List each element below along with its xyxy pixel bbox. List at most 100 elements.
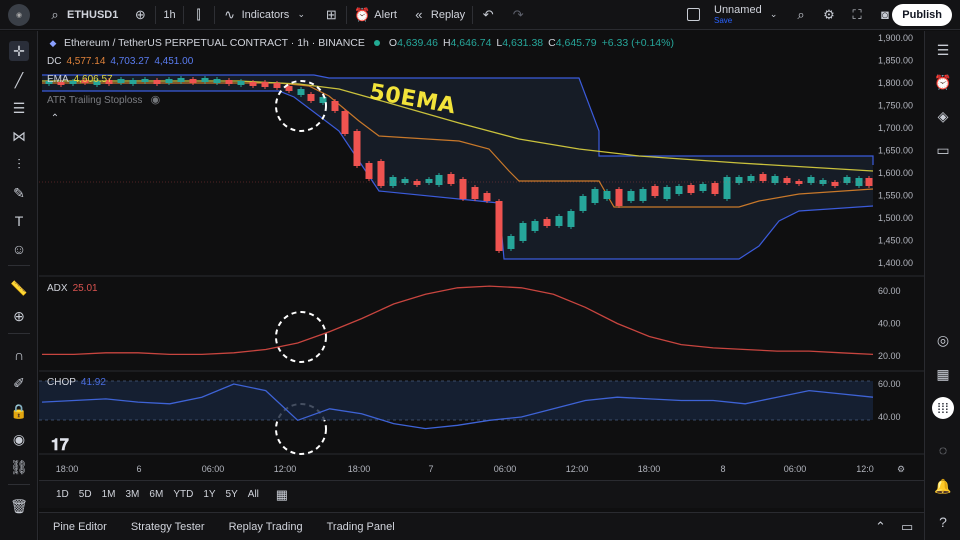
ema-legend[interactable]: EMA 4,606.57 <box>47 74 113 85</box>
pattern-icon[interactable]: ⋈ <box>9 126 29 146</box>
tab-replay-trading[interactable]: Replay Trading <box>229 521 303 533</box>
eye-hidden-icon[interactable]: ◉ <box>147 92 163 108</box>
range-ytd[interactable]: YTD <box>168 489 198 500</box>
adx-axis-label: 20.00 <box>878 351 901 361</box>
layout-menu[interactable]: Unnamed Save ⌄ <box>680 0 789 30</box>
chart-canvas[interactable]: 1,900.00 1,850.00 1,800.00 1,750.00 1,700.00… <box>39 31 924 479</box>
camera-icon: ◙ <box>881 7 889 22</box>
lock-icon[interactable]: 🔒 <box>9 401 29 421</box>
trash-icon[interactable]: 🗑 <box>9 496 29 516</box>
candle-body <box>831 182 839 186</box>
search-icon: ⌕ <box>797 7 805 22</box>
range-5y[interactable]: 5Y <box>221 489 243 500</box>
range-5d[interactable]: 5D <box>74 489 97 500</box>
tab-trading-panel[interactable]: Trading Panel <box>327 521 395 533</box>
adx-legend[interactable]: ADX 25.01 <box>47 283 98 294</box>
publish-button[interactable]: Publish <box>892 4 952 26</box>
chat-icon[interactable]: ▭ <box>932 139 954 161</box>
alerts-icon[interactable]: ⏰ <box>932 71 954 93</box>
chevron-up-icon[interactable]: ⌃ <box>875 519 886 535</box>
eye-icon[interactable]: ◉ <box>9 429 29 449</box>
range-3m[interactable]: 3M <box>121 489 145 500</box>
interval-label: 1h <box>163 8 176 21</box>
divider <box>8 333 30 334</box>
range-1m[interactable]: 1M <box>97 489 121 500</box>
text-icon[interactable]: T <box>9 211 29 231</box>
replay-label: Replay <box>430 8 466 21</box>
dc-legend[interactable]: DC 4,577.14 4,703.27 4,451.00 <box>47 56 193 67</box>
fullscreen-button[interactable]: ⛶ <box>842 0 872 30</box>
watchlist-icon[interactable]: ☰ <box>932 39 954 61</box>
range-6m[interactable]: 6M <box>144 489 168 500</box>
candle-body <box>213 79 221 83</box>
chart-type-button[interactable]: ⫿ <box>184 0 214 30</box>
horizontal-lines-icon[interactable]: ☰ <box>9 98 29 118</box>
indicators-button[interactable]: ∿ Indicators ⌄ <box>215 0 317 30</box>
candle-body <box>129 80 137 84</box>
candle-body <box>747 176 755 181</box>
target-icon[interactable]: ◎ <box>932 329 954 351</box>
user-avatar[interactable]: ◉ <box>8 3 30 26</box>
fib-icon[interactable]: ⫶ <box>9 154 29 174</box>
chop-legend[interactable]: CHOP 41.92 <box>47 377 106 388</box>
price-axis-label: 1,550.00 <box>878 191 913 201</box>
price-axis-label: 1,800.00 <box>878 78 913 88</box>
tab-strategy-tester[interactable]: Strategy Tester <box>131 521 205 533</box>
chart-legend-title: ◆ Ethereum / TetherUS PERPETUAL CONTRACT… <box>47 37 674 49</box>
bell-icon[interactable]: 🔔 <box>932 475 954 497</box>
candle-body <box>471 187 479 199</box>
adx-axis-label: 40.00 <box>878 319 901 329</box>
settings-button[interactable]: ⚙ <box>814 0 844 30</box>
crosshair-icon[interactable]: ✛ <box>9 41 29 61</box>
range-all[interactable]: All <box>243 489 264 500</box>
layers-icon[interactable]: ◈ <box>932 105 954 127</box>
ruler-icon[interactable]: 📏 <box>9 278 29 298</box>
go-to-date-icon[interactable]: ▦ <box>274 487 290 503</box>
tab-pine-editor[interactable]: Pine Editor <box>53 521 107 533</box>
collapse-legend-button[interactable]: ⌃ <box>47 111 63 127</box>
quick-search-button[interactable]: ⌕ <box>786 0 816 30</box>
time-axis-label: 18:00 <box>348 464 371 474</box>
broadcast-icon[interactable]: ◌ <box>932 439 954 461</box>
templates-button[interactable]: ⊞ <box>316 0 346 30</box>
symbol-search[interactable]: ⌕ ETHUSD1 <box>40 0 125 30</box>
top-toolbar: ◉ ⌕ ETHUSD1 ⊕ 1h ⫿ ∿ Indicators ⌄ ⊞ ⏰ Al… <box>0 0 960 30</box>
calendar-icon[interactable]: ▦ <box>932 363 954 385</box>
interval-button[interactable]: 1h <box>156 0 182 30</box>
time-axis-label: 7 <box>428 464 433 474</box>
candle-body <box>153 80 161 84</box>
brush-icon[interactable]: ✎ <box>9 183 29 203</box>
candle-body <box>519 223 527 241</box>
alert-button[interactable]: ⏰ Alert <box>347 0 404 30</box>
candle-body <box>447 174 455 184</box>
maximize-panel-icon[interactable]: ▭ <box>901 519 913 535</box>
range-1y[interactable]: 1Y <box>198 489 220 500</box>
trend-line-icon[interactable]: ╱ <box>9 70 29 90</box>
candle-body <box>865 178 873 186</box>
layout-save-status: Save <box>714 15 733 25</box>
atr-legend[interactable]: ATR Trailing Stoploss ◉ <box>47 92 163 108</box>
replay-button[interactable]: « Replay <box>404 0 472 30</box>
time-axis-label: 12:00 <box>274 464 297 474</box>
magnet-icon[interactable]: ∩ <box>9 345 29 365</box>
redo-button[interactable]: ↷ <box>503 0 533 30</box>
chart-area[interactable]: 1,900.00 1,850.00 1,800.00 1,750.00 1,700.00… <box>39 31 924 479</box>
time-axis-label: 06:00 <box>784 464 807 474</box>
link-icon[interactable]: ⛓ <box>9 457 29 477</box>
candle-body <box>627 191 635 201</box>
dc-value-upper: 4,703.27 <box>110 56 150 67</box>
time-axis-label: 8 <box>720 464 725 474</box>
undo-button[interactable]: ↶ <box>473 0 503 30</box>
price-axis-label: 1,400.00 <box>878 258 913 268</box>
help-icon[interactable]: ? <box>932 511 954 533</box>
ema-label: EMA <box>47 74 69 85</box>
lock-drawing-icon[interactable]: ✐ <box>9 373 29 393</box>
zoom-in-icon[interactable]: ⊕ <box>9 306 29 326</box>
range-1d[interactable]: 1D <box>51 489 74 500</box>
symbol-label: ETHUSD1 <box>67 8 119 21</box>
compare-symbol-button[interactable]: ⊕ <box>125 0 155 30</box>
candle-body <box>699 184 707 191</box>
candle-body <box>331 101 339 111</box>
apps-grid-icon[interactable]: ⁞⁞⁞ <box>932 397 954 419</box>
emoji-icon[interactable]: ☺ <box>9 239 29 259</box>
